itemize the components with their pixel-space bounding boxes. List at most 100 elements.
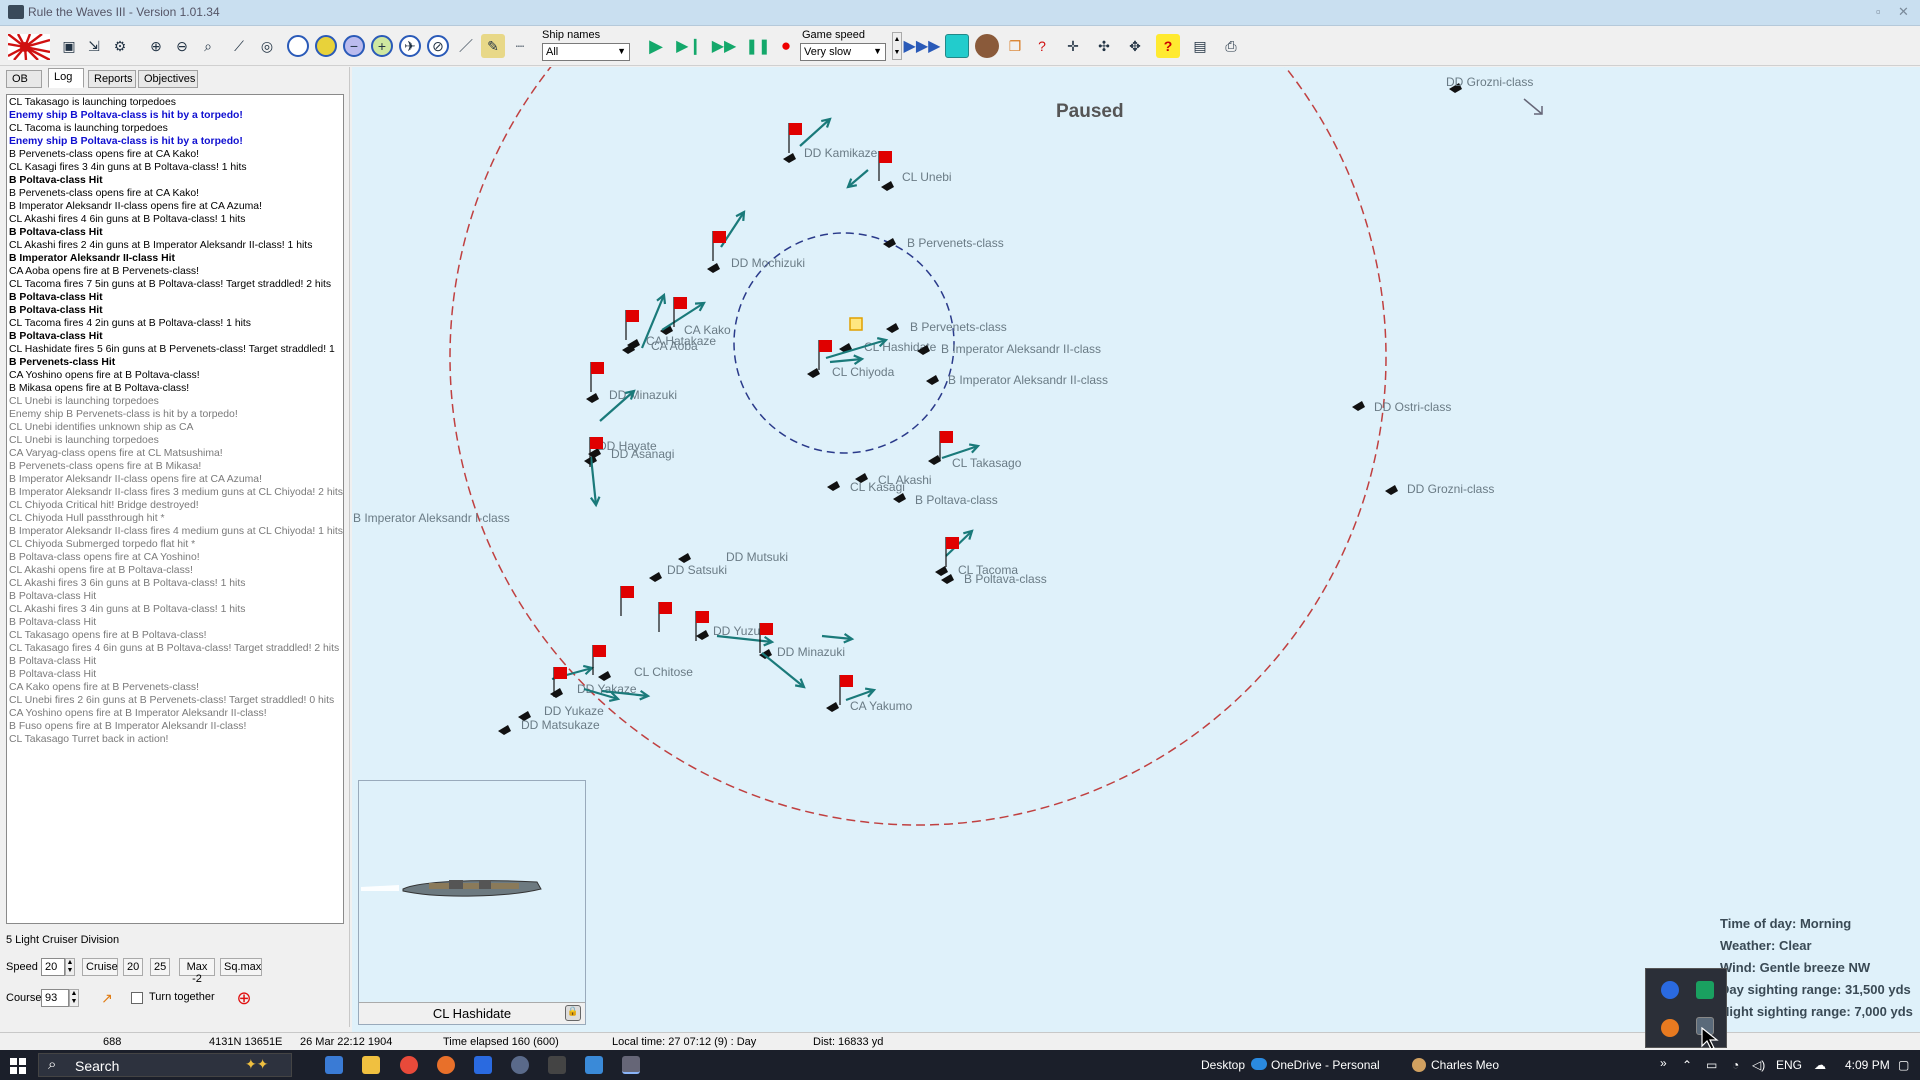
minus-circle-icon[interactable]: − xyxy=(343,35,365,57)
minimize-button[interactable]: ▫ xyxy=(1876,4,1881,19)
file-explorer-icon[interactable] xyxy=(362,1056,380,1074)
measure-icon[interactable]: ⟋ xyxy=(227,34,251,58)
save-icon[interactable]: ▣ xyxy=(57,34,81,58)
onedrive-icon xyxy=(1251,1058,1267,1070)
window-title: Rule the Waves III - Version 1.01.34 xyxy=(28,5,220,19)
report-icon[interactable]: ▤ xyxy=(1188,34,1212,58)
user-label[interactable]: Charles Meo xyxy=(1431,1058,1499,1072)
dropbox-icon[interactable] xyxy=(474,1056,492,1074)
speed-20-button[interactable]: 20 xyxy=(123,958,143,976)
terminal-icon[interactable] xyxy=(548,1056,566,1074)
play-icon[interactable]: ▶ xyxy=(644,34,668,58)
chevron-up-icon[interactable]: ⌃ xyxy=(1682,1058,1692,1072)
game-speed-select[interactable]: Very slow ▼ xyxy=(800,43,886,61)
speed-25-button[interactable]: 25 xyxy=(150,958,170,976)
globe-icon[interactable] xyxy=(975,34,999,58)
pause-icon[interactable]: ❚❚ xyxy=(745,34,770,58)
step-icon[interactable]: ▶❙ xyxy=(676,34,702,58)
sync-icon[interactable] xyxy=(1661,1019,1679,1037)
layers-icon[interactable]: ❐ xyxy=(1003,34,1027,58)
fast-forward-icon[interactable]: ▶▶ xyxy=(712,34,737,58)
crosshair-icon[interactable]: ◎ xyxy=(255,34,279,58)
app-icon[interactable] xyxy=(511,1056,529,1074)
tactical-map[interactable]: DD Grozni-class DD Kamikaze CL Unebi B Perv… xyxy=(352,67,1920,1032)
night-sighting-range: Night sighting range: 7,000 yds xyxy=(1720,1004,1913,1019)
tab-log[interactable]: Log xyxy=(48,68,84,88)
alert-icon[interactable]: ? xyxy=(1030,34,1054,58)
range-circle-icon[interactable] xyxy=(287,35,309,57)
tab-objectives[interactable]: Objectives xyxy=(138,70,198,88)
tab-reports[interactable]: Reports xyxy=(88,70,136,88)
onedrive-label[interactable]: OneDrive - Personal xyxy=(1271,1058,1380,1072)
turn-number: 688 xyxy=(103,1036,122,1048)
speed-input[interactable]: 20 xyxy=(41,958,65,976)
map-canvas[interactable]: DD Grozni-class DD Kamikaze CL Unebi B Perv… xyxy=(352,67,1920,1032)
course-input[interactable]: 93 xyxy=(41,989,69,1007)
scatter-icon[interactable]: ✥ xyxy=(1123,34,1147,58)
formation-icon[interactable]: ✛ xyxy=(1061,34,1085,58)
heading-icon[interactable]: ⊘ xyxy=(427,35,449,57)
speed-stepper[interactable]: ▲ ▼ xyxy=(65,958,75,976)
copilot-icon[interactable] xyxy=(325,1056,343,1074)
zoom-icon[interactable]: ⌕ xyxy=(196,34,220,58)
ship-label: B Poltava-class xyxy=(915,493,998,507)
zoom-in-icon[interactable]: ⊕ xyxy=(144,34,168,58)
wifi-icon[interactable]: ◔ xyxy=(1732,1058,1739,1072)
sq-max-button[interactable]: Sq.max xyxy=(220,958,262,976)
max-speed-button[interactable]: Max -2 xyxy=(179,958,215,985)
pencil-icon[interactable]: ✎ xyxy=(481,34,505,58)
log-line: Enemy ship B Poltava-class is hit by a t… xyxy=(9,110,243,121)
lock-icon[interactable]: 🔒 xyxy=(565,1005,581,1021)
cloud-icon[interactable]: ☁ xyxy=(1814,1058,1826,1072)
dotted-line-icon[interactable]: ┈ xyxy=(508,34,532,58)
help-icon[interactable]: ? xyxy=(1156,34,1180,58)
volume-icon[interactable]: ◁) xyxy=(1752,1058,1765,1072)
battle-log[interactable]: CL Takasago is launching torpedoes Enemy … xyxy=(6,94,344,924)
log-line: B Poltava-class opens fire at CA Yoshino… xyxy=(9,552,200,563)
division-flag-icon xyxy=(879,151,892,163)
line-tool-icon[interactable]: ／ xyxy=(454,34,478,58)
notification-icon[interactable]: ▢ xyxy=(1898,1058,1909,1072)
rule-the-waves-taskbar-icon[interactable] xyxy=(622,1056,640,1074)
log-line: CL Tacoma is launching torpedoes xyxy=(9,123,168,134)
log-line: B Pervenets-class Hit xyxy=(9,357,116,368)
clock[interactable]: 4:09 PM xyxy=(1845,1058,1890,1072)
desktop-label[interactable]: Desktop xyxy=(1201,1058,1245,1072)
ship-marker-icon xyxy=(941,574,954,584)
sea-view-icon[interactable] xyxy=(945,34,969,58)
app-window-icon[interactable] xyxy=(585,1056,603,1074)
tab-ob[interactable]: OB xyxy=(6,70,42,88)
ship-names-select[interactable]: All ▼ xyxy=(542,43,630,61)
plus-circle-icon[interactable]: + xyxy=(371,35,393,57)
log-line: CA Aoba opens fire at B Pervenets-class! xyxy=(9,266,200,277)
course-stepper[interactable]: ▲ ▼ xyxy=(69,989,79,1007)
settings-gear-icon[interactable]: ⚙ xyxy=(108,34,132,58)
target-icon[interactable]: ⊕ xyxy=(232,986,256,1010)
cruise-button[interactable]: Cruise xyxy=(82,958,118,976)
max-speed-icon[interactable]: ▶▶▶ xyxy=(904,34,941,58)
print-icon[interactable]: ⎙ xyxy=(1219,34,1243,58)
tray-overflow-icon[interactable]: » xyxy=(1660,1056,1667,1070)
security-shield-icon[interactable] xyxy=(1696,981,1714,999)
left-panel: OB Log Reports Objectives CL Takasago is… xyxy=(0,67,350,1027)
division-flag-icon xyxy=(659,602,672,614)
speed-spinner[interactable]: ▲ ▼ xyxy=(892,32,902,60)
log-line: B Imperator Aleksandr II-class Hit xyxy=(9,253,175,264)
turn-together-checkbox[interactable] xyxy=(131,992,143,1004)
defender-icon[interactable] xyxy=(1661,981,1679,999)
record-icon[interactable]: ● xyxy=(774,34,798,58)
firefox-icon[interactable] xyxy=(437,1056,455,1074)
formation-spread-icon[interactable]: ✣ xyxy=(1092,34,1116,58)
course-arrow xyxy=(847,169,869,188)
chrome-icon[interactable] xyxy=(400,1056,418,1074)
compass-icon[interactable]: ✈ xyxy=(399,35,421,57)
turn-arrow-icon[interactable]: ↗ xyxy=(95,986,119,1010)
exit-icon[interactable]: ⇲ xyxy=(82,34,106,58)
torpedo-range-icon[interactable] xyxy=(315,35,337,57)
language-indicator[interactable]: ENG xyxy=(1776,1058,1802,1072)
battery-icon[interactable]: ▭ xyxy=(1706,1058,1717,1072)
windows-start-icon[interactable] xyxy=(10,1058,26,1074)
close-button[interactable]: ✕ xyxy=(1898,4,1909,20)
zoom-out-icon[interactable]: ⊖ xyxy=(170,34,194,58)
taskbar-search[interactable]: ⌕ Search ✦✦ xyxy=(38,1053,292,1077)
